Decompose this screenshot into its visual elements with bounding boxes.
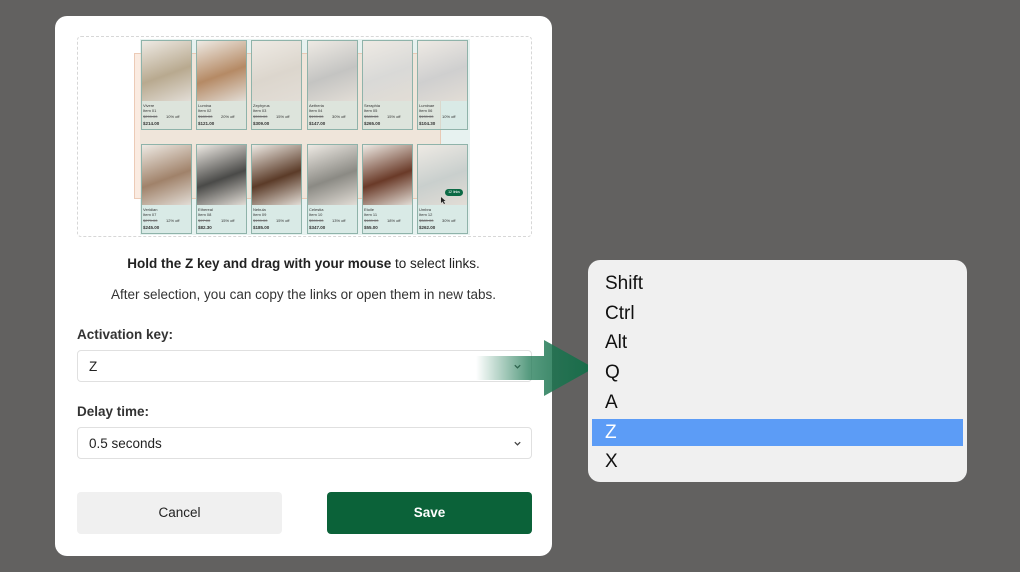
product-price: $104.30	[419, 121, 436, 126]
product-card[interactable]: Vivere Item 01 $299.00 10% off $214.00	[141, 40, 192, 130]
instruction-line-2: After selection, you can copy the links …	[111, 287, 496, 302]
product-name: Item 10	[309, 212, 323, 217]
product-name: Item 09	[253, 212, 267, 217]
arrow-icon	[476, 340, 594, 396]
product-card[interactable]: Celestia Item 10 $399.00 13% off $347.00	[307, 144, 358, 234]
product-card[interactable]: Nebula Item 09 $199.00 15% off $185.00	[251, 144, 302, 234]
product-old-price: $299.00	[143, 114, 158, 119]
product-discount: 15% off	[276, 218, 290, 223]
product-name: Item 01	[143, 108, 157, 113]
product-price: $82.30	[198, 225, 212, 230]
product-image	[252, 41, 301, 101]
product-image	[418, 145, 467, 205]
product-card[interactable]: Etoile Item 11 $189.00 18% off $55.00	[362, 144, 413, 234]
product-name: Item 03	[253, 108, 267, 113]
product-old-price: $189.00	[198, 114, 213, 119]
product-discount: 10% off	[166, 114, 180, 119]
delay-time-label: Delay time:	[77, 404, 150, 419]
product-card[interactable]: Aetheria Item 04 $199.00 30% off $147.00	[307, 40, 358, 130]
product-old-price: $199.00	[253, 218, 268, 223]
product-discount: 15% off	[221, 218, 235, 223]
product-card[interactable]: Lumina Item 02 $189.00 20% off $121.00	[196, 40, 247, 130]
product-card[interactable]: Ethereal Item 08 $97.00 15% off $82.30	[196, 144, 247, 234]
settings-dialog: Vivere Item 01 $299.00 10% off $214.00 Lumina…	[55, 16, 552, 556]
product-image	[308, 145, 357, 205]
product-discount: 13% off	[332, 218, 346, 223]
delay-time-value: 0.5 seconds	[89, 436, 162, 451]
chevron-down-icon	[514, 441, 521, 446]
cursor-icon	[441, 197, 446, 204]
product-image	[197, 145, 246, 205]
product-discount: 12% off	[166, 218, 180, 223]
product-discount: 30% off	[442, 218, 456, 223]
cancel-button[interactable]: Cancel	[77, 492, 282, 534]
product-price: $214.00	[143, 121, 160, 126]
dropdown-option-z[interactable]: Z	[592, 418, 963, 446]
save-button[interactable]: Save	[327, 492, 532, 534]
product-card[interactable]: Luminae Item 06 $139.00 10% off $104.30	[417, 40, 468, 130]
dropdown-option-q[interactable]: Q	[592, 359, 963, 386]
product-name: Item 11	[364, 212, 378, 217]
product-discount: 18% off	[387, 218, 401, 223]
product-image	[142, 41, 191, 101]
product-old-price: $399.00	[253, 114, 268, 119]
product-price: $147.00	[309, 121, 326, 126]
product-old-price: $199.00	[309, 114, 324, 119]
product-discount: 15% off	[387, 114, 401, 119]
selection-preview: Vivere Item 01 $299.00 10% off $214.00 Lumina…	[77, 36, 532, 237]
product-card[interactable]: Zephyrus Item 03 $399.00 15% off $309.00	[251, 40, 302, 130]
product-price: $121.00	[198, 121, 215, 126]
product-price: $262.00	[419, 225, 436, 230]
activation-key-value: Z	[89, 359, 98, 374]
product-name: Item 05	[364, 108, 378, 113]
product-old-price: $389.00	[419, 218, 434, 223]
product-old-price: $139.00	[419, 114, 434, 119]
activation-key-select[interactable]: Z	[77, 350, 532, 382]
activation-key-dropdown: Shift Ctrl Alt Q A Z X	[588, 260, 967, 482]
product-old-price: $399.00	[309, 218, 324, 223]
activation-key-label: Activation key:	[77, 327, 174, 342]
product-discount: 30% off	[332, 114, 346, 119]
product-name: Item 06	[419, 108, 433, 113]
product-old-price: $389.00	[364, 114, 379, 119]
product-image	[418, 41, 467, 101]
product-price: $265.00	[364, 121, 381, 126]
dropdown-option-x[interactable]: X	[592, 448, 963, 475]
product-discount: 15% off	[276, 114, 290, 119]
instruction-line-1: Hold the Z key and drag with your mouse …	[127, 256, 480, 271]
product-old-price: $279.00	[143, 218, 158, 223]
product-image	[363, 41, 412, 101]
dropdown-option-alt[interactable]: Alt	[592, 329, 963, 356]
product-price: $55.00	[364, 225, 378, 230]
product-card[interactable]: Seraphia Item 05 $389.00 15% off $265.00	[362, 40, 413, 130]
product-name: Item 08	[198, 212, 212, 217]
product-image	[363, 145, 412, 205]
product-image	[197, 41, 246, 101]
product-image	[308, 41, 357, 101]
product-image	[142, 145, 191, 205]
product-name: Item 04	[309, 108, 323, 113]
dropdown-option-ctrl[interactable]: Ctrl	[592, 300, 963, 327]
product-price: $245.00	[143, 225, 160, 230]
product-price: $347.00	[309, 225, 326, 230]
product-discount: 20% off	[221, 114, 235, 119]
product-name: Item 07	[143, 212, 157, 217]
delay-time-select[interactable]: 0.5 seconds	[77, 427, 532, 459]
product-image	[252, 145, 301, 205]
dropdown-option-shift[interactable]: Shift	[592, 270, 963, 297]
product-name: Item 02	[198, 108, 212, 113]
product-old-price: $97.00	[198, 218, 211, 223]
product-old-price: $189.00	[364, 218, 379, 223]
link-count-badge: 12 links	[445, 189, 463, 196]
product-discount: 10% off	[442, 114, 456, 119]
product-price: $185.00	[253, 225, 270, 230]
product-name: Item 12	[419, 212, 433, 217]
product-price: $309.00	[253, 121, 270, 126]
dropdown-option-a[interactable]: A	[592, 389, 963, 416]
product-card[interactable]: Veridian Item 07 $279.00 12% off $245.00	[141, 144, 192, 234]
